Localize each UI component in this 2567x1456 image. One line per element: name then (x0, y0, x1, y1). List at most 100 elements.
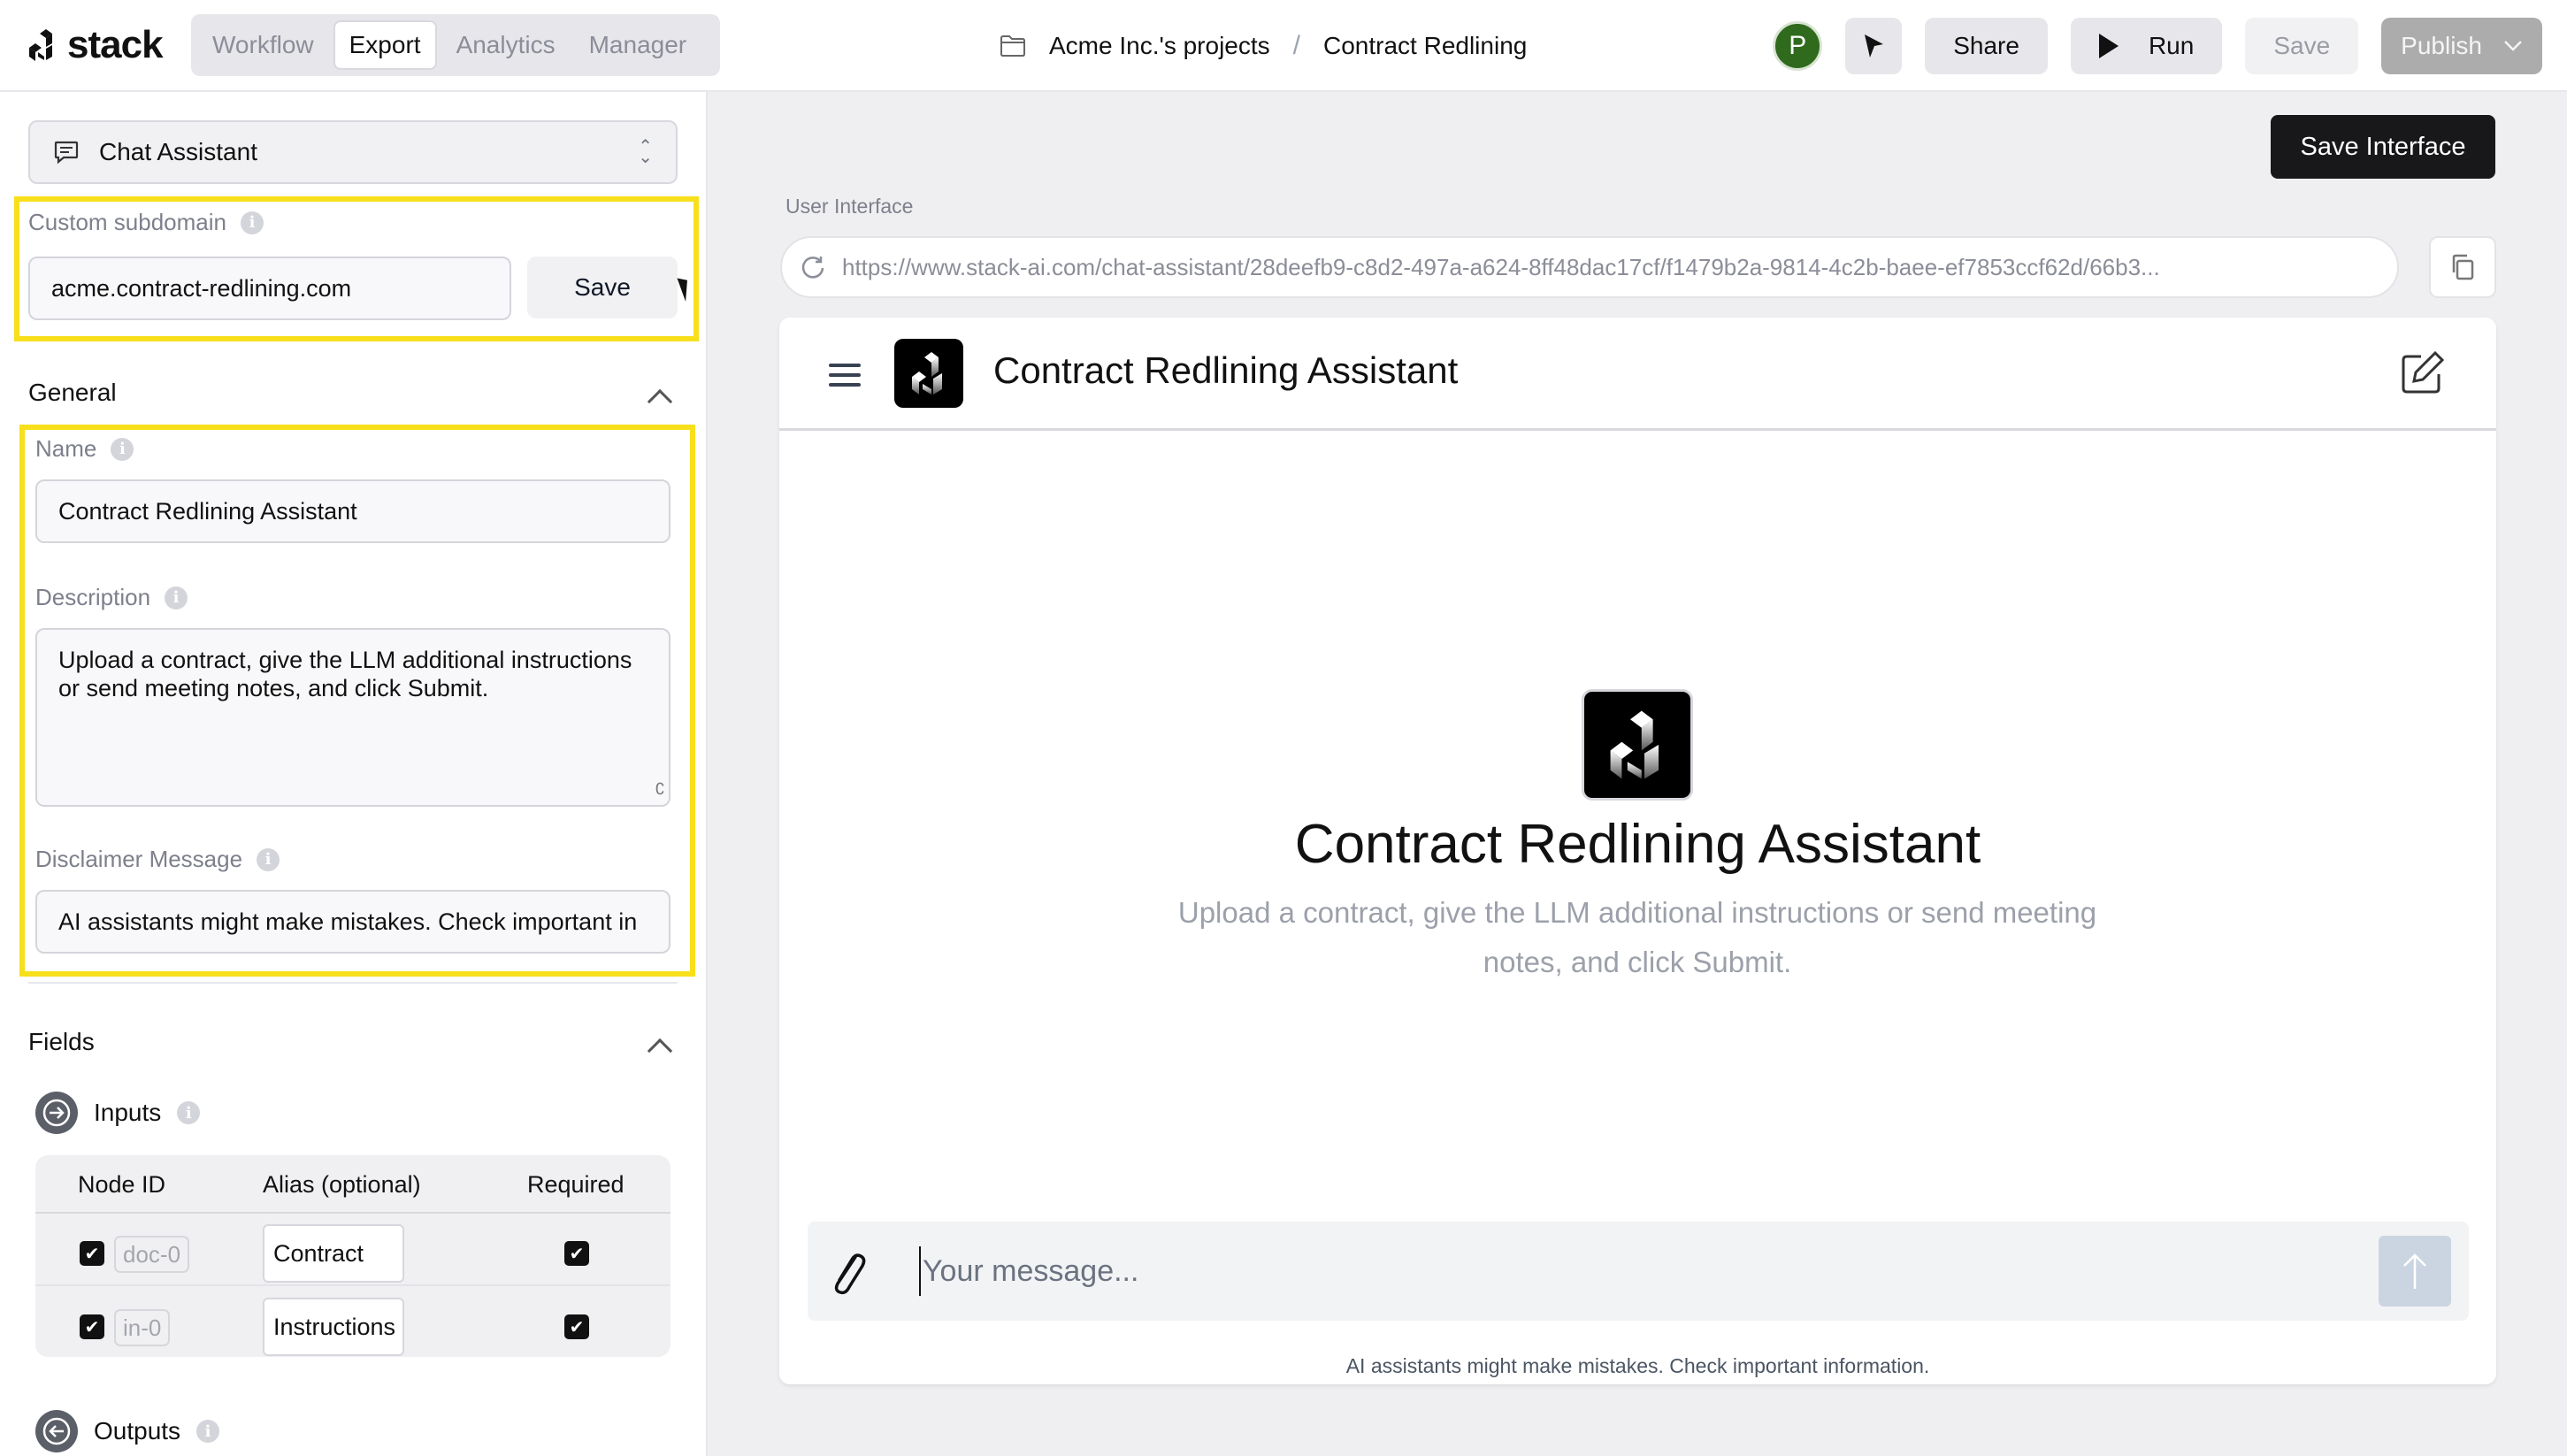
outputs-header: Outputs i (35, 1410, 220, 1452)
info-icon[interactable]: i (111, 437, 134, 461)
breadcrumb-separator: / (1292, 31, 1300, 60)
copy-url-button[interactable] (2429, 236, 2496, 298)
interface-url-text: https://www.stack-ai.com/chat-assistant/… (842, 253, 2160, 280)
inputs-header: Inputs i (35, 1092, 201, 1134)
required-checkbox[interactable]: ✔ (564, 1314, 589, 1339)
disclaimer-label-text: Disclaimer Message (35, 846, 243, 872)
info-icon[interactable]: i (257, 847, 280, 871)
column-header-alias: Alias (optional) (263, 1170, 421, 1198)
export-settings-panel: Chat Assistant ⌃ ⌄ Custom subdomain i acm… (0, 92, 708, 1456)
share-button[interactable]: Share (1925, 18, 2048, 74)
custom-subdomain-input[interactable]: acme.contract-redlining.com (28, 257, 511, 320)
interface-url-field[interactable]: https://www.stack-ai.com/chat-assistant/… (780, 236, 2399, 298)
copy-icon (2452, 254, 2474, 280)
disclaimer-input[interactable]: AI assistants might make mistakes. Check… (35, 890, 670, 954)
chat-title: Contract Redlining Assistant (993, 349, 1459, 391)
send-button[interactable] (2379, 1236, 2451, 1307)
menu-icon[interactable] (829, 364, 861, 387)
description-textarea[interactable]: Upload a contract, give the LLM addition… (35, 628, 670, 807)
save-interface-button[interactable]: Save Interface (2271, 115, 2495, 179)
stack-cubes-icon (1610, 710, 1659, 779)
custom-subdomain-label-text: Custom subdomain (28, 209, 226, 235)
interface-preview-area: Save Interface User Interface https://ww… (708, 92, 2567, 1456)
tab-analytics[interactable]: Analytics (442, 20, 570, 70)
row-enabled-checkbox[interactable]: ✔ (80, 1241, 104, 1266)
save-button[interactable]: Save (2245, 18, 2359, 74)
outputs-label: Outputs (94, 1417, 181, 1445)
chevron-up-icon[interactable] (647, 388, 673, 415)
info-icon[interactable]: i (177, 1101, 201, 1124)
inputs-table: Node ID Alias (optional) Required ✔ doc-… (35, 1155, 670, 1357)
breadcrumb: Acme Inc.'s projects / Contract Redlinin… (1000, 27, 1527, 65)
chat-disclaimer: AI assistants might make mistakes. Check… (1345, 1354, 1930, 1377)
section-divider (28, 982, 678, 984)
welcome-description: Upload a contract, give the LLM addition… (1177, 896, 2097, 978)
chat-bubble-icon (54, 141, 79, 165)
info-icon[interactable]: i (165, 586, 188, 609)
message-input[interactable]: Your message... (919, 1246, 2334, 1296)
name-label-text: Name (35, 435, 97, 462)
stack-logo[interactable]: stack (27, 23, 164, 66)
tab-workflow[interactable]: Workflow (198, 20, 328, 70)
breadcrumb-project[interactable]: Contract Redlining (1323, 32, 1527, 60)
subdomain-save-button[interactable]: Save (527, 257, 678, 318)
user-interface-label: User Interface (785, 195, 914, 218)
info-icon[interactable]: i (196, 1420, 220, 1443)
table-header-divider (35, 1212, 670, 1214)
run-button-label: Run (2148, 32, 2195, 59)
description-text: Upload a contract, give the LLM addition… (58, 647, 632, 701)
description-label-text: Description (35, 584, 151, 610)
node-id-badge: in-0 (114, 1309, 171, 1346)
breadcrumb-folder[interactable]: Acme Inc.'s projects (1049, 32, 1270, 60)
chat-assistant-preview: Contract Redlining Assistant Contract Re… (779, 318, 2496, 1384)
refresh-icon[interactable] (800, 254, 826, 280)
alias-input[interactable]: Contract (263, 1224, 404, 1283)
chevron-down-icon (2504, 41, 2522, 51)
tab-manager[interactable]: Manager (575, 20, 701, 70)
stack-cubes-icon (912, 352, 942, 395)
share-button-label: Share (1953, 32, 2019, 59)
arrow-right-circle-icon (35, 1092, 78, 1134)
play-icon (2098, 34, 2119, 58)
chevron-up-icon[interactable] (647, 1038, 673, 1064)
cursor-mode-button[interactable] (1845, 18, 1903, 74)
tab-export[interactable]: Export (333, 20, 437, 70)
publish-button[interactable]: Publish (2381, 18, 2542, 74)
cursor-arrow-icon (1865, 34, 1884, 57)
main-tabs: Workflow Export Analytics Manager (191, 14, 720, 76)
message-composer: Your message... (808, 1222, 2469, 1321)
arrow-up-icon (2403, 1253, 2426, 1289)
fields-section-title[interactable]: Fields (28, 1028, 95, 1056)
paperclip-icon[interactable] (825, 1248, 868, 1298)
name-label: Name i (35, 435, 134, 463)
row-divider (35, 1284, 670, 1286)
resize-handle-icon[interactable]: ∁ (655, 775, 665, 803)
alias-input[interactable]: Instructions (263, 1298, 404, 1356)
chat-header: Contract Redlining Assistant (779, 318, 2496, 431)
general-section-title[interactable]: General (28, 379, 117, 407)
run-button[interactable]: Run (2070, 18, 2223, 74)
column-header-node-id: Node ID (78, 1170, 166, 1198)
required-checkbox[interactable]: ✔ (564, 1241, 589, 1266)
column-header-required: Required (527, 1170, 625, 1198)
assistant-logo (894, 339, 963, 408)
logo-text: stack (67, 23, 164, 66)
name-input[interactable]: Contract Redlining Assistant (35, 479, 670, 543)
save-button-label: Save (2273, 32, 2331, 59)
node-id-badge: doc-0 (114, 1236, 190, 1273)
row-enabled-checkbox[interactable]: ✔ (80, 1314, 104, 1339)
welcome-title: Contract Redlining Assistant (1294, 814, 1981, 875)
header-actions: P Share Run Save Publish (1773, 18, 2542, 74)
info-icon[interactable]: i (241, 211, 264, 234)
interface-type-value: Chat Assistant (99, 138, 257, 165)
folder-icon (1000, 35, 1025, 57)
user-avatar[interactable]: P (1773, 21, 1823, 71)
arrow-left-circle-icon (35, 1410, 78, 1452)
description-label: Description i (35, 584, 188, 611)
welcome-logo (1582, 689, 1693, 801)
new-chat-edit-icon[interactable] (2400, 349, 2446, 395)
interface-type-select[interactable]: Chat Assistant ⌃ ⌄ (28, 120, 678, 184)
top-header: stack Workflow Export Analytics Manager … (0, 0, 2567, 92)
custom-subdomain-label: Custom subdomain i (28, 209, 264, 236)
chevron-updown-icon: ⌃ ⌄ (638, 137, 653, 167)
